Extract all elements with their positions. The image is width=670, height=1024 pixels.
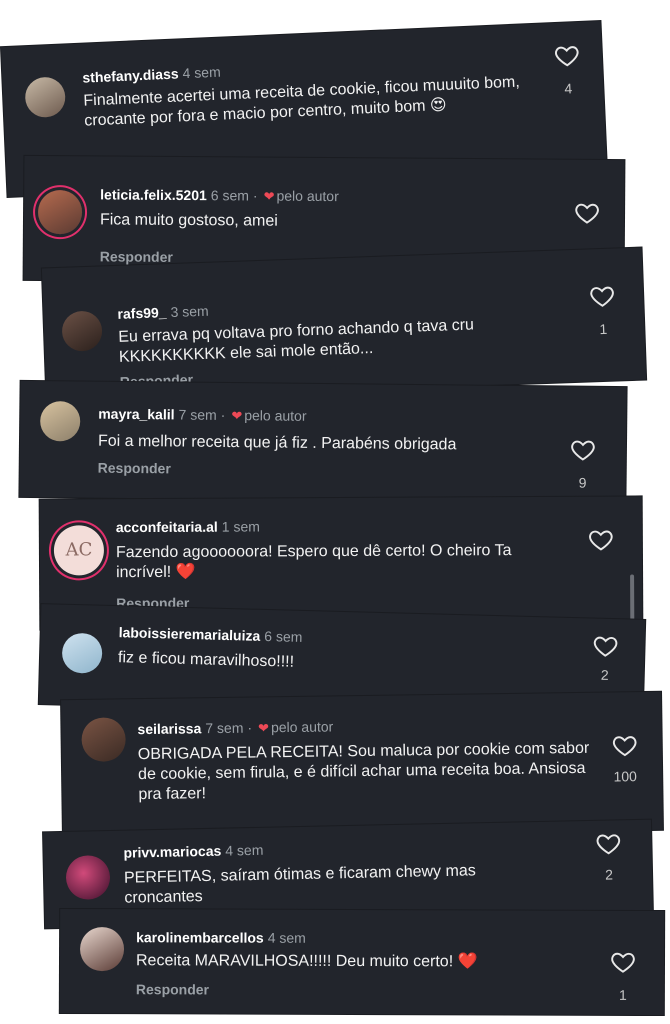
like-count: 100 [613, 768, 637, 785]
comment-text: Eu errava pq voltava pro forno achando q… [118, 316, 475, 366]
avatar[interactable] [24, 76, 67, 119]
heart-outline-icon[interactable] [595, 830, 622, 857]
avatar[interactable]: AC [53, 525, 105, 576]
username[interactable]: rafs99_ [117, 304, 167, 322]
like-count: 1 [618, 986, 627, 1003]
avatar[interactable] [61, 310, 103, 352]
like-count: 2 [604, 866, 614, 883]
username[interactable]: leticia.felix.5201 [100, 186, 207, 203]
heart-outline-icon[interactable] [588, 527, 614, 553]
username[interactable]: karolinembarcellos [136, 929, 264, 945]
like-count: 1 [599, 320, 608, 338]
comment-text: Receita MARAVILHOSA!!!!! Deu muito certo… [135, 952, 478, 971]
timestamp: 3 sem [170, 302, 209, 321]
comment-text: Fica muito gostoso, amei [99, 211, 278, 230]
username[interactable]: sthefany.diass [82, 65, 179, 85]
like-count: 2 [600, 666, 609, 683]
avatar[interactable] [79, 927, 125, 972]
like-count: 9 [578, 474, 587, 491]
red-heart-icon: ❤ [258, 720, 270, 736]
author-label: pelo autor [270, 718, 334, 736]
reply-button[interactable]: Responder [98, 460, 171, 477]
comment-text: PERFEITAS, saíram ótimas e ficaram chewy… [123, 862, 476, 907]
username[interactable]: acconfeitaria.al [116, 519, 218, 536]
comment-text: Foi a melhor receita que já fiz . Parabé… [97, 432, 457, 454]
username[interactable]: mayra_kalil [98, 406, 174, 423]
username[interactable]: seilarissa [137, 720, 201, 737]
avatar[interactable] [61, 632, 103, 674]
avatar[interactable] [37, 190, 83, 235]
heart-outline-icon[interactable] [589, 283, 616, 310]
avatar[interactable] [81, 717, 126, 762]
timestamp: 4 sem [182, 63, 221, 82]
heart-outline-icon[interactable] [612, 732, 638, 758]
username[interactable]: laboissieremarialuiza [118, 624, 260, 644]
heart-outline-icon[interactable] [592, 633, 619, 660]
reply-button[interactable]: Responder [100, 248, 173, 265]
reply-button[interactable]: Responder [136, 981, 209, 997]
comment-card: seilarissa 7 sem · ❤ pelo autor OBRIGADA PEL… [61, 691, 663, 839]
author-label: pelo autor [276, 187, 339, 205]
comment-card: mayra_kalil 7 sem · ❤ pelo autor Foi a melho… [19, 380, 627, 504]
red-heart-icon: ❤ [231, 408, 243, 424]
brand-logo: AC [65, 539, 93, 561]
comment-text: OBRIGADA PELA RECEITA! Sou maluca por co… [137, 739, 590, 804]
username[interactable]: privv.mariocas [123, 843, 221, 861]
timestamp: 6 sem [210, 187, 249, 204]
comment-card: rafs99_ 3 sem Eu errava pq voltava pro fo… [41, 247, 647, 401]
red-heart-icon: ❤ [263, 188, 275, 204]
timestamp: 7 sem [205, 719, 244, 737]
timestamp: 4 sem [225, 841, 264, 859]
comment-card: karolinembarcellos 4 sem Receita MARAVILH… [59, 908, 665, 1016]
heart-outline-icon[interactable] [570, 437, 596, 463]
timestamp: 7 sem [178, 406, 217, 423]
timestamp: 4 sem [267, 929, 306, 946]
heart-outline-icon[interactable] [574, 200, 600, 226]
timestamp: 6 sem [264, 627, 303, 645]
timestamp: 1 sem [221, 518, 260, 535]
author-label: pelo autor [244, 407, 307, 424]
heart-outline-icon[interactable] [553, 42, 580, 69]
heart-outline-icon[interactable] [610, 949, 636, 975]
comment-text: Fazendo agoooooora! Espero que dê certo!… [115, 542, 512, 582]
like-count: 4 [564, 80, 573, 97]
avatar[interactable] [65, 854, 111, 900]
comment-text: fiz e ficou maravilhoso!!!! [117, 649, 295, 671]
avatar[interactable] [39, 401, 81, 442]
